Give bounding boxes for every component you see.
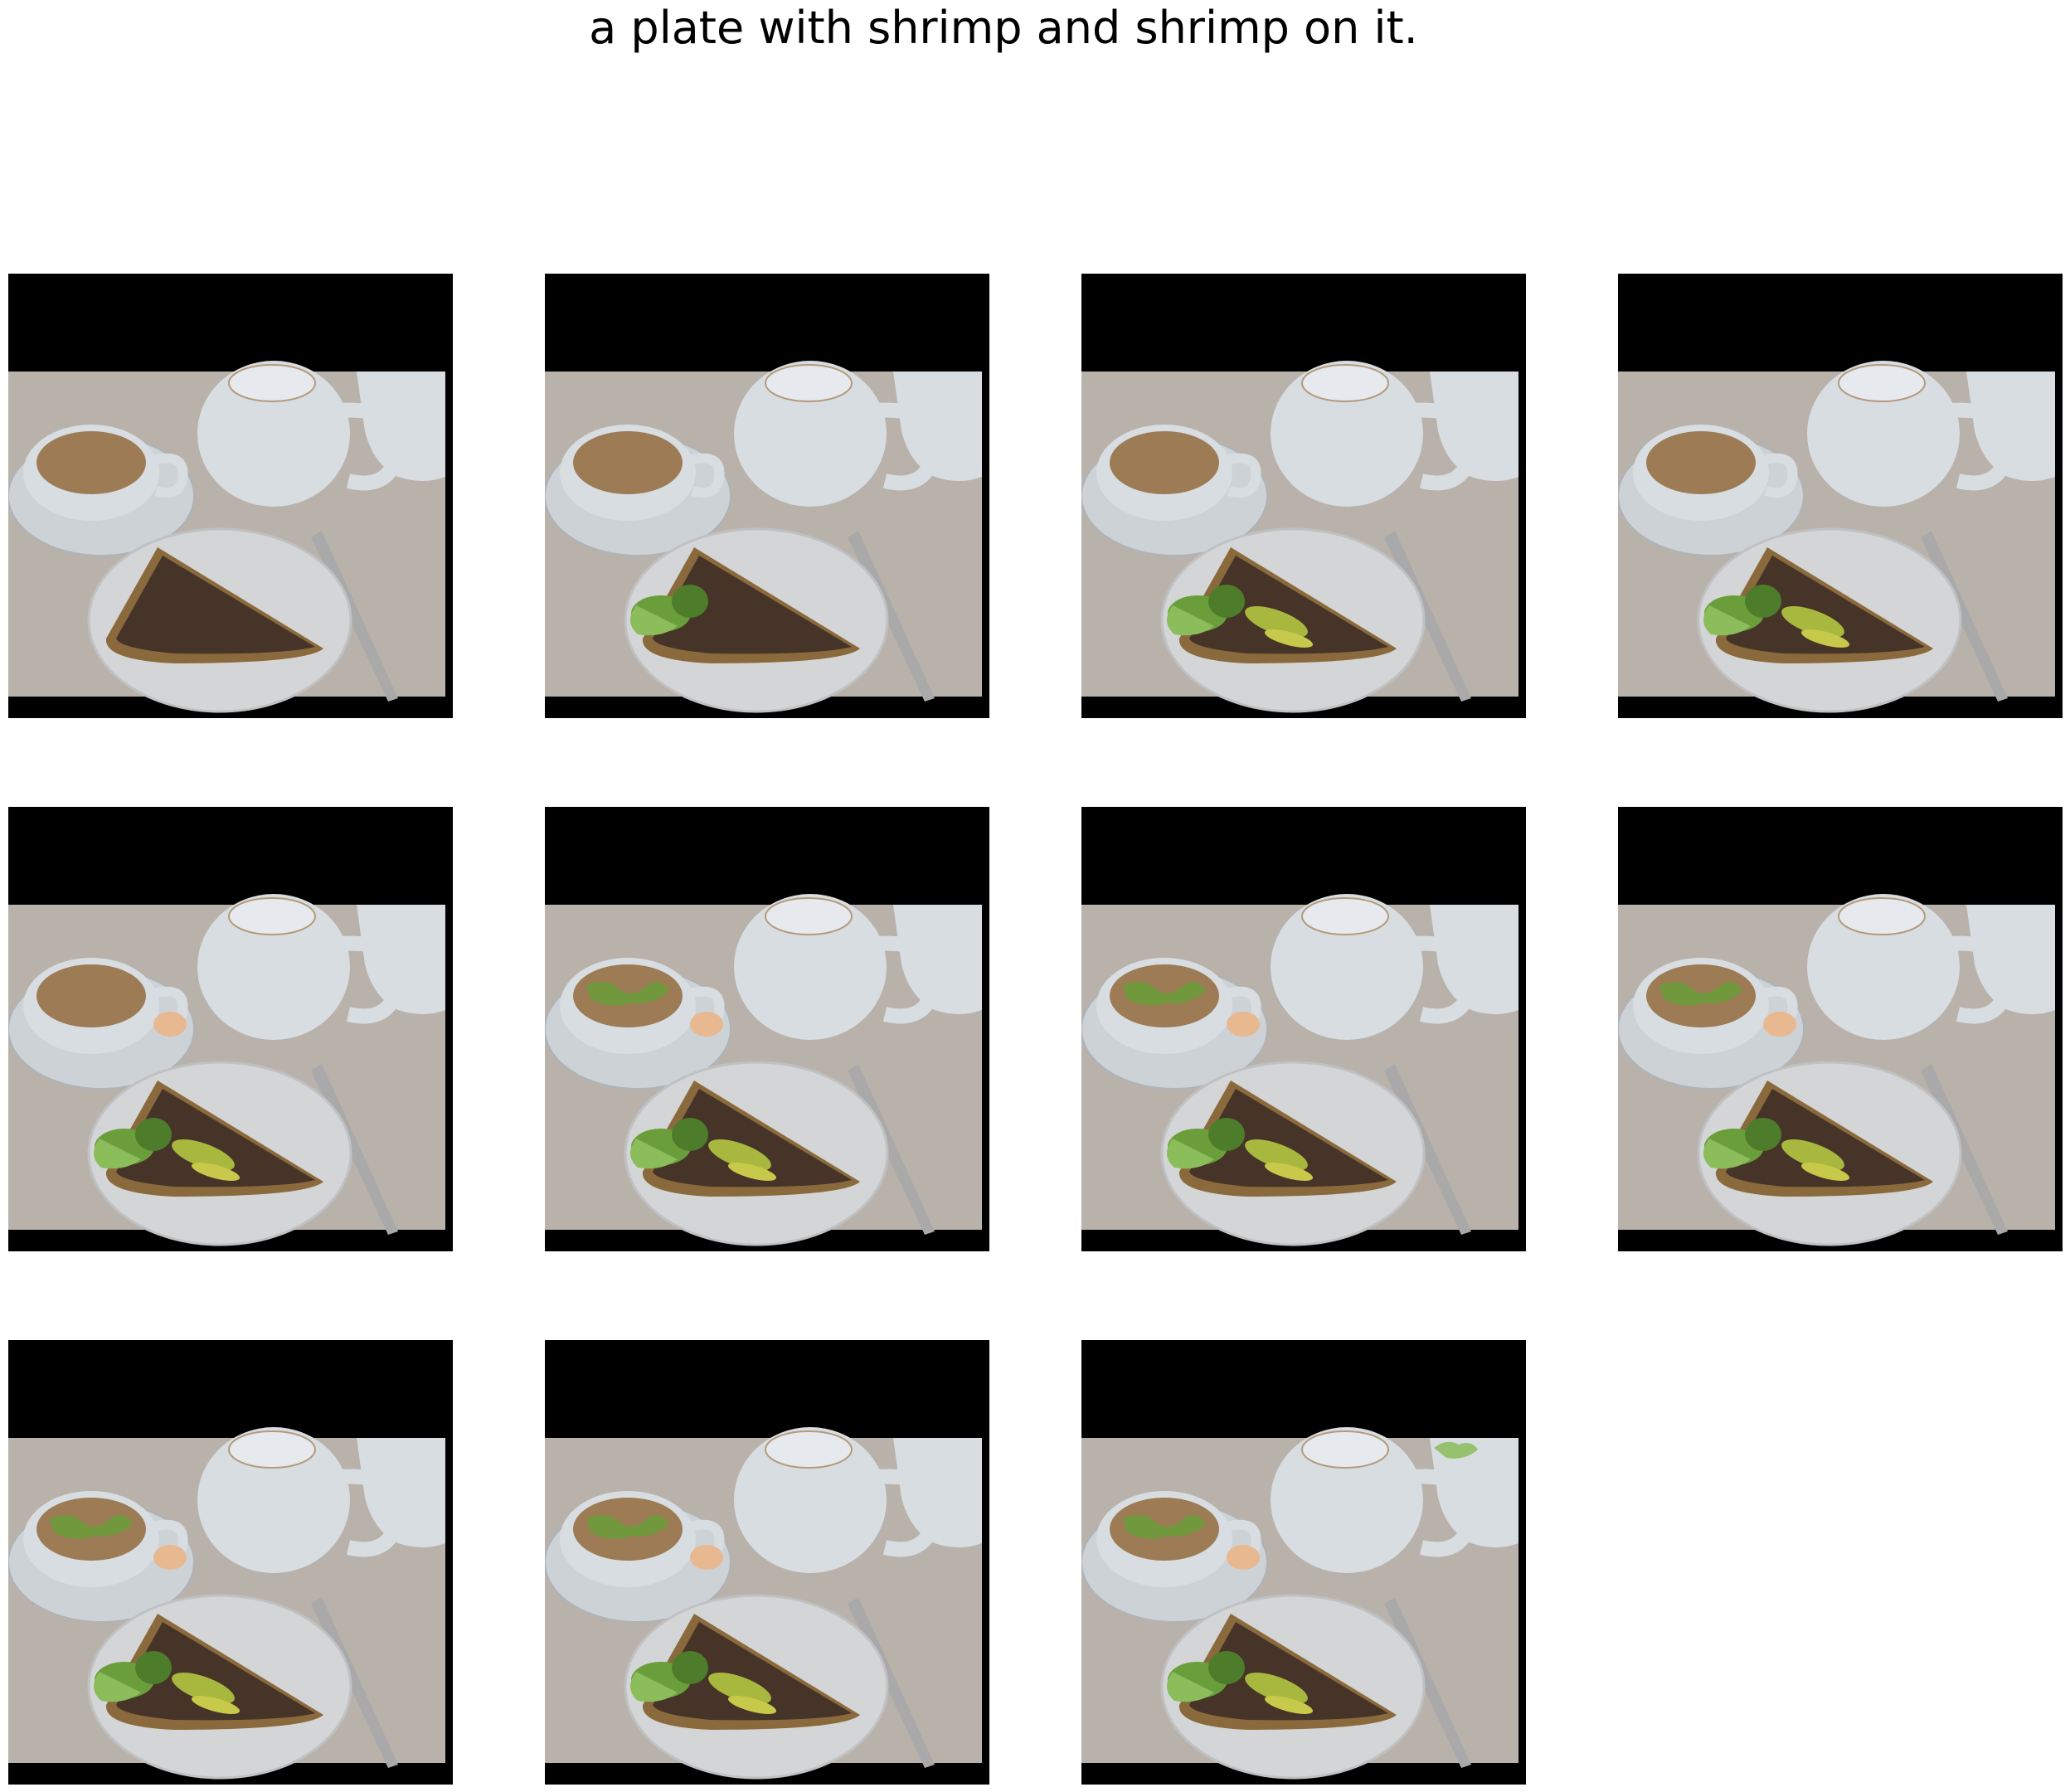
frame-grid — [0, 0, 2070, 1792]
frame-image — [8, 1340, 453, 1785]
frame-tile — [8, 1340, 453, 1785]
teapot-knob — [1338, 1434, 1353, 1449]
teapot-knob — [801, 367, 816, 382]
teapot-knob — [265, 1434, 279, 1449]
shrimp — [153, 1545, 187, 1570]
frame-image — [8, 807, 453, 1251]
tea — [36, 964, 146, 1027]
teapot-knob — [265, 901, 279, 915]
photo — [545, 894, 982, 1246]
tea — [1110, 431, 1219, 494]
photo — [8, 894, 445, 1246]
shrimp — [153, 1012, 187, 1037]
frame-tile — [1081, 807, 1526, 1251]
photo — [1618, 894, 2055, 1246]
tea — [36, 431, 146, 494]
photo — [1081, 894, 1518, 1246]
photo — [1081, 361, 1518, 713]
frame-tile — [545, 274, 989, 718]
photo — [8, 1427, 445, 1780]
shrimp — [1763, 1012, 1796, 1037]
frame-image — [1081, 807, 1526, 1251]
frame-image — [8, 274, 453, 718]
frame-tile — [8, 807, 453, 1251]
teapot-knob — [1874, 367, 1889, 382]
shrimp — [1227, 1012, 1260, 1037]
frame-tile — [1081, 274, 1526, 718]
frame-tile — [545, 1340, 989, 1785]
teapot-knob — [1338, 901, 1353, 915]
shrimp — [690, 1545, 723, 1570]
photo — [545, 1427, 982, 1780]
photo — [8, 361, 445, 713]
frame-image — [545, 807, 989, 1251]
frame-image — [1081, 274, 1526, 718]
frame-image — [1081, 1340, 1526, 1785]
teapot-knob — [801, 901, 816, 915]
teapot-knob — [801, 1434, 816, 1449]
frame-image — [545, 1340, 989, 1785]
frame-tile — [1618, 274, 2063, 718]
frame-image — [1618, 807, 2063, 1251]
shrimp — [1227, 1545, 1260, 1570]
tea — [573, 431, 683, 494]
frame-tile — [545, 807, 989, 1251]
frame-image — [545, 274, 989, 718]
photo — [1081, 1427, 1518, 1780]
frame-tile — [1081, 1340, 1526, 1785]
teapot-knob — [1874, 901, 1889, 915]
tea — [1646, 431, 1756, 494]
shrimp — [690, 1012, 723, 1037]
frame-tile — [8, 274, 453, 718]
photo — [1618, 361, 2055, 713]
teapot-knob — [265, 367, 279, 382]
frame-tile — [1618, 807, 2063, 1251]
teapot-knob — [1338, 367, 1353, 382]
frame-image — [1618, 274, 2063, 718]
photo — [545, 361, 982, 713]
